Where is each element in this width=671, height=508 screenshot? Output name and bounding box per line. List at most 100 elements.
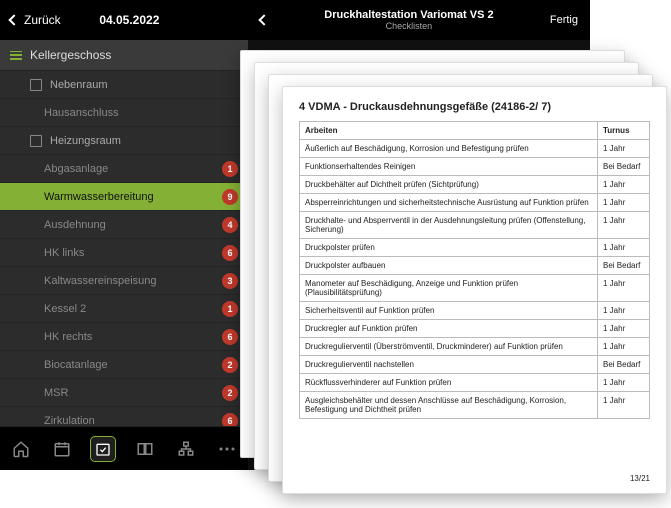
right-header: Druckhaltestation Variomat VS 2 Checklis… (248, 0, 590, 40)
header-date: 04.05.2022 (61, 13, 198, 27)
menu-icon (10, 51, 22, 60)
floor-row[interactable]: Kellergeschoss (0, 40, 248, 70)
room-item[interactable]: Nebenraum (0, 70, 248, 98)
doc-heading: 4 VDMA - Druckausdehnungsgefäße (24186-2… (299, 101, 650, 113)
cell-work: Funktionserhaltendes Reinigen (300, 158, 598, 176)
cell-turnus: Bei Bedarf (598, 257, 650, 275)
table-row: Druckregler auf Funktion prüfen1 Jahr (300, 320, 650, 338)
cell-work: Druckhalte- und Absperrventil in der Aus… (300, 212, 598, 239)
cell-turnus: 1 Jahr (598, 140, 650, 158)
sidebar-item[interactable]: Kessel 21 (0, 294, 248, 322)
table-row: Druckpolster aufbauenBei Bedarf (300, 257, 650, 275)
sidebar-item[interactable]: Warmwasserbereitung9 (0, 182, 248, 210)
count-badge: 6 (222, 245, 238, 261)
count-badge: 6 (222, 413, 238, 427)
cell-turnus: Bei Bedarf (598, 158, 650, 176)
cell-turnus: 1 Jahr (598, 212, 650, 239)
cell-work: Druckregulierventil (Überströmventil, Dr… (300, 338, 598, 356)
count-badge: 2 (222, 357, 238, 373)
checklist-icon[interactable] (91, 437, 115, 461)
cell-turnus: 1 Jahr (598, 302, 650, 320)
sidebar: Zurück 04.05.2022 Kellergeschoss Nebenra… (0, 0, 248, 470)
table-row: Druckregulierventil nachstellenBei Bedar… (300, 356, 650, 374)
cell-work: Druckregulierventil nachstellen (300, 356, 598, 374)
more-icon[interactable] (215, 437, 239, 461)
sidebar-item-label: Kessel 2 (44, 303, 222, 315)
sidebar-item[interactable]: HK rechts6 (0, 322, 248, 350)
count-badge: 3 (222, 273, 238, 289)
back-button[interactable]: Zurück (10, 13, 61, 27)
table-row: Druckhalte- und Absperrventil in der Aus… (300, 212, 650, 239)
sidebar-item-label: Kaltwassereinspeisung (44, 275, 222, 287)
tree: Nebenraum Hausanschluss Heizungsraum Abg… (0, 70, 248, 426)
cell-turnus: 1 Jahr (598, 374, 650, 392)
page-number: 13/21 (630, 474, 650, 483)
sidebar-item-label: Abgasanlage (44, 163, 222, 175)
back-label: Zurück (24, 13, 61, 27)
sidebar-item-label: Biocatanlage (44, 359, 222, 371)
table-row: Sicherheitsventil auf Funktion prüfen1 J… (300, 302, 650, 320)
sidebar-item[interactable]: Kaltwassereinspeisung3 (0, 266, 248, 294)
count-badge: 2 (222, 385, 238, 401)
cell-turnus: 1 Jahr (598, 338, 650, 356)
count-badge: 1 (222, 161, 238, 177)
table-row: Druckpolster prüfen1 Jahr (300, 239, 650, 257)
table-row: Äußerlich auf Beschädigung, Korrosion un… (300, 140, 650, 158)
room-item[interactable]: Heizungsraum (0, 126, 248, 154)
count-badge: 1 (222, 301, 238, 317)
floor-label: Kellergeschoss (30, 48, 111, 62)
sidebar-item-label: HK links (44, 247, 222, 259)
book-icon[interactable] (133, 437, 157, 461)
room-subitem[interactable]: Hausanschluss (0, 98, 248, 126)
cell-work: Absperreinrichtungen und sicherheitstech… (300, 194, 598, 212)
cell-turnus: Bei Bedarf (598, 356, 650, 374)
sidebar-item[interactable]: Abgasanlage1 (0, 154, 248, 182)
cell-turnus: 1 Jahr (598, 392, 650, 419)
cell-turnus: 1 Jahr (598, 239, 650, 257)
cell-turnus: 1 Jahr (598, 194, 650, 212)
count-badge: 4 (222, 217, 238, 233)
col-turnus: Turnus (598, 122, 650, 140)
table-row: Ausgleichsbehälter und dessen Anschlüsse… (300, 392, 650, 419)
detail-title: Druckhaltestation Variomat VS 2 (268, 9, 550, 22)
cell-work: Druckpolster aufbauen (300, 257, 598, 275)
cell-work: Sicherheitsventil auf Funktion prüfen (300, 302, 598, 320)
tabbar (0, 426, 248, 470)
sidebar-item-label: HK rechts (44, 331, 222, 343)
table-row: Manometer auf Beschädigung, Anzeige und … (300, 275, 650, 302)
table-row: Rückflussverhinderer auf Funktion prüfen… (300, 374, 650, 392)
sidebar-item[interactable]: Biocatanlage2 (0, 350, 248, 378)
cell-turnus: 1 Jahr (598, 320, 650, 338)
table-row: Absperreinrichtungen und sicherheitstech… (300, 194, 650, 212)
col-work: Arbeiten (300, 122, 598, 140)
table-row: Druckregulierventil (Überströmventil, Dr… (300, 338, 650, 356)
cell-work: Rückflussverhinderer auf Funktion prüfen (300, 374, 598, 392)
sidebar-item-label: Ausdehnung (44, 219, 222, 231)
cell-work: Äußerlich auf Beschädigung, Korrosion un… (300, 140, 598, 158)
left-header: Zurück 04.05.2022 (0, 0, 248, 40)
calendar-icon[interactable] (50, 437, 74, 461)
document-stack: 1.V 32.F2.V2.V2.d2.LR3.Is4.V4.V4. 4AÄFDA… (240, 50, 658, 498)
count-badge: 9 (222, 189, 238, 205)
cell-work: Druckbehälter auf Dichtheit prüfen (Sich… (300, 176, 598, 194)
sidebar-item[interactable]: Ausdehnung4 (0, 210, 248, 238)
sheet-front: 4 VDMA - Druckausdehnungsgefäße (24186-2… (282, 86, 667, 494)
sidebar-item[interactable]: MSR2 (0, 378, 248, 406)
cell-turnus: 1 Jahr (598, 176, 650, 194)
table-row: Funktionserhaltendes ReinigenBei Bedarf (300, 158, 650, 176)
cell-turnus: 1 Jahr (598, 275, 650, 302)
home-icon[interactable] (9, 437, 33, 461)
doc-table: Arbeiten Turnus Äußerlich auf Beschädigu… (299, 121, 650, 419)
sidebar-item[interactable]: HK links6 (0, 238, 248, 266)
org-icon[interactable] (174, 437, 198, 461)
cell-work: Druckpolster prüfen (300, 239, 598, 257)
room-icon (30, 79, 42, 91)
sidebar-item-label: MSR (44, 387, 222, 399)
detail-subtitle: Checklisten (268, 21, 550, 31)
sidebar-item-label: Zirkulation (44, 415, 222, 427)
sidebar-item[interactable]: Zirkulation6 (0, 406, 248, 426)
cell-work: Ausgleichsbehälter und dessen Anschlüsse… (300, 392, 598, 419)
sidebar-item-label: Warmwasserbereitung (44, 191, 222, 203)
room-icon (30, 135, 42, 147)
done-button[interactable]: Fertig (550, 14, 578, 26)
